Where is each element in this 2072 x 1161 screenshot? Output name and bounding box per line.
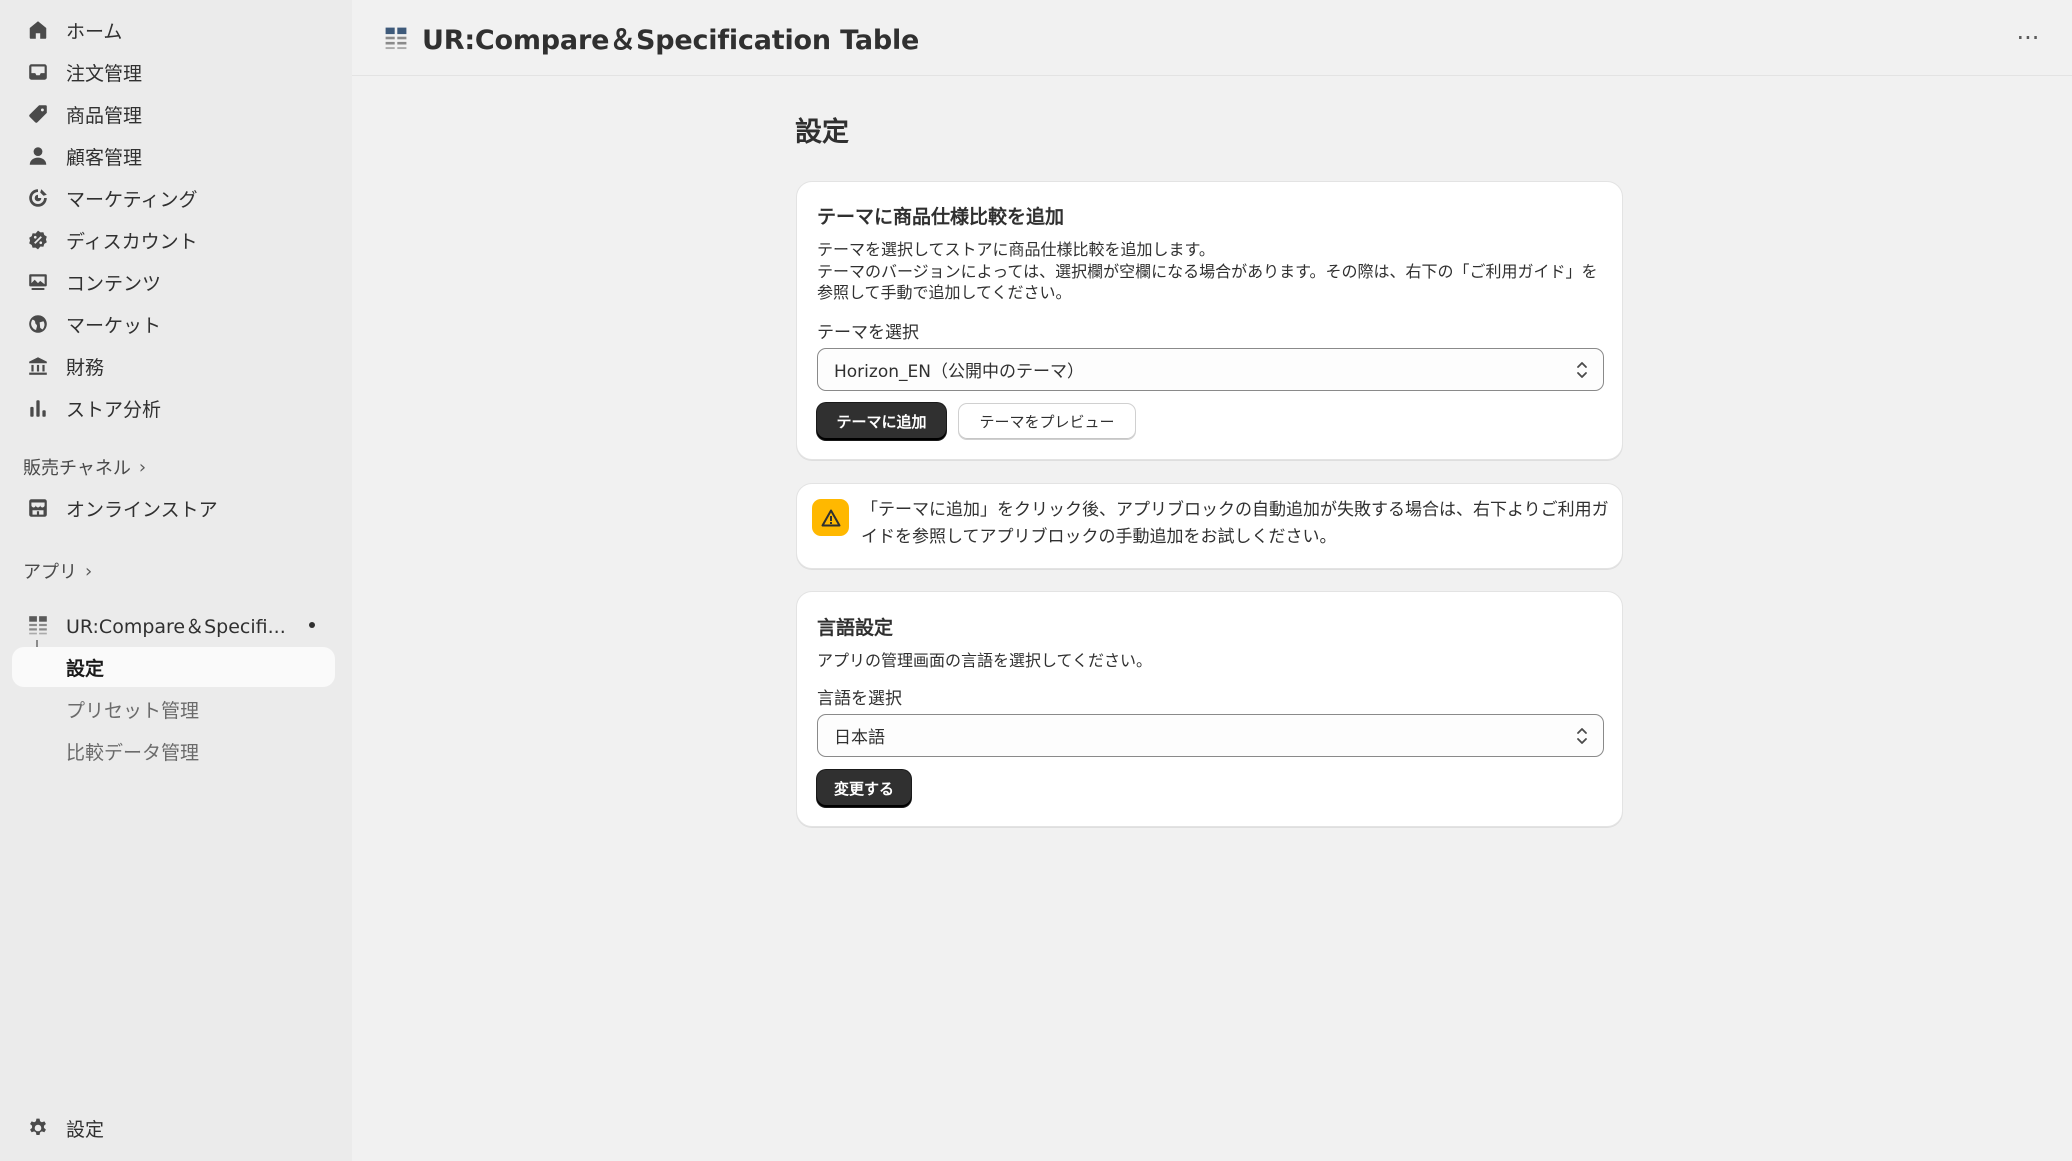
sidebar: ホーム 注文管理 商品管理 顧客管理 マーケティング ディスカウント コンテンツ… [0,0,352,1161]
sidebar-item-label: ストア分析 [66,398,162,421]
sidebar-item-label: ホーム [66,20,123,43]
language-card-description: アプリの管理画面の言語を選択してください。 [817,651,1153,670]
theme-card-title: テーマに商品仕様比較を追加 [817,206,1065,228]
home-icon [24,16,52,44]
theme-card: テーマに商品仕様比較を追加 テーマを選択してストアに商品仕様比較を追加します。 … [796,181,1623,460]
pin-dot [309,622,315,628]
sidebar-item-online-store[interactable]: オンラインストア [12,488,335,528]
app-logo-icon [24,611,52,639]
add-to-theme-button[interactable]: テーマに追加 [817,403,946,440]
sidebar-item-orders[interactable]: 注文管理 [12,52,335,92]
warning-text: 「テーマに追加」をクリック後、アプリブロックの自動追加が失敗する場合は、右下より… [861,500,1609,547]
select-arrows-icon [1577,728,1587,744]
chart-icon [24,394,52,422]
select-arrows-icon [1577,362,1587,378]
tag-icon [24,100,52,128]
sidebar-item-label: 設定 [66,1118,105,1141]
language-select-value: 日本語 [834,728,885,748]
sidebar-item-label: 注文管理 [66,62,143,85]
language-card: 言語設定 アプリの管理画面の言語を選択してください。 言語を選択 日本語 変更す… [796,591,1623,827]
app-header: UR:Compare＆Specification Table ··· [352,0,2072,76]
sidebar-item-content[interactable]: コンテンツ [12,262,335,302]
change-language-button[interactable]: 変更する [817,770,911,807]
sidebar-item-app[interactable]: UR:Compare＆Specifi... [12,605,335,645]
theme-card-description-1: テーマを選択してストアに商品仕様比較を追加します。 [817,240,1215,259]
inbox-icon [24,58,52,86]
language-select[interactable]: 日本語 [817,714,1604,757]
sales-channels-heading[interactable]: 販売チャネル › [23,454,146,480]
theme-select-value: Horizon_EN（公開中のテーマ） [834,362,1084,382]
app-logo-icon [382,24,410,52]
sidebar-item-label: マーケット [66,314,162,337]
sidebar-item-finance[interactable]: 財務 [12,346,335,386]
sidebar-item-label: 商品管理 [66,104,143,127]
warning-banner: 「テーマに追加」をクリック後、アプリブロックの自動追加が失敗する場合は、右下より… [796,483,1623,569]
sidebar-item-label: コンテンツ [66,272,162,295]
sidebar-item-settings[interactable]: 設定 [12,1108,335,1148]
chevron-right-icon: › [85,560,93,582]
sidebar-item-products[interactable]: 商品管理 [12,94,335,134]
language-card-title: 言語設定 [817,617,894,639]
bank-icon [24,352,52,380]
theme-select-label: テーマを選択 [817,323,919,343]
sidebar-sub-item-compare-data[interactable]: 比較データ管理 [12,731,335,771]
theme-select[interactable]: Horizon_EN（公開中のテーマ） [817,348,1604,391]
sidebar-item-customers[interactable]: 顧客管理 [12,136,335,176]
target-icon [24,184,52,212]
sidebar-item-label: 財務 [66,356,105,379]
gear-icon [24,1114,52,1142]
language-select-label: 言語を選択 [817,689,902,709]
app-title: UR:Compare＆Specification Table [422,25,920,56]
sidebar-item-marketing[interactable]: マーケティング [12,178,335,218]
page-title: 設定 [795,117,849,148]
sidebar-sub-item-presets[interactable]: プリセット管理 [12,689,335,729]
sidebar-item-label: オンラインストア [66,498,218,521]
more-actions-button[interactable]: ··· [2010,20,2046,56]
sidebar-item-markets[interactable]: マーケット [12,304,335,344]
discount-icon [24,226,52,254]
sidebar-item-label: 顧客管理 [66,146,143,169]
warning-icon [812,499,849,536]
globe-icon [24,310,52,338]
sidebar-item-label: ディスカウント [66,230,198,253]
person-icon [24,142,52,170]
content-icon [24,268,52,296]
sidebar-sub-item-settings[interactable]: 設定 [12,647,335,687]
sidebar-item-label: マーケティング [66,188,198,211]
theme-card-description-2: テーマのバージョンによっては、選択欄が空欄になる場合があります。その際は、右下の… [817,262,1598,302]
sidebar-item-analytics[interactable]: ストア分析 [12,388,335,428]
store-icon [24,494,52,522]
apps-heading[interactable]: アプリ › [23,558,92,584]
sidebar-item-discounts[interactable]: ディスカウント [12,220,335,260]
sidebar-item-home[interactable]: ホーム [12,10,335,50]
app-name-label: UR:Compare＆Specifi... [66,615,286,638]
more-icon: ··· [2016,24,2040,52]
preview-theme-button[interactable]: テーマをプレビュー [958,403,1136,440]
chevron-right-icon: › [138,456,147,478]
